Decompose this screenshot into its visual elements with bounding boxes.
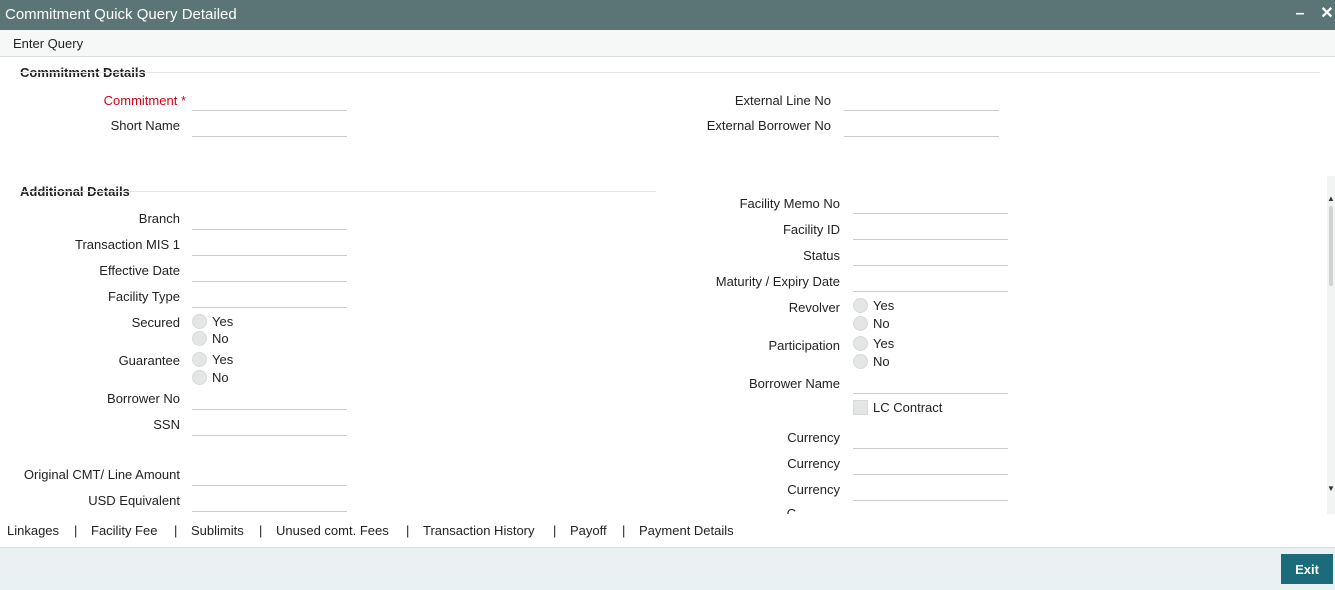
usd-equivalent-label: USD Equivalent: [88, 493, 180, 508]
section-divider: [20, 191, 656, 192]
borrower-no-label: Borrower No: [107, 391, 180, 406]
link-separator: |: [622, 523, 626, 538]
revolver-label: Revolver: [788, 300, 840, 315]
scrollbar-thumb[interactable]: [1329, 206, 1333, 286]
participation-yes-label: Yes: [873, 336, 895, 351]
facility-type-input[interactable]: [192, 288, 347, 308]
transaction-mis-label: Transaction MIS 1: [74, 237, 180, 252]
ssn-label: SSN: [153, 417, 180, 432]
facility-memo-no-label: Facility Memo No: [739, 196, 840, 211]
branch-input[interactable]: [192, 210, 347, 230]
revolver-no-radio[interactable]: [853, 316, 868, 331]
usd-equivalent-input[interactable]: [192, 492, 347, 512]
payment-details-link[interactable]: Payment Details: [639, 523, 734, 538]
branch-label: Branch: [138, 211, 180, 226]
secured-yes-label: Yes: [212, 314, 234, 329]
currency-input[interactable]: [853, 481, 1008, 501]
status-label: Status: [803, 248, 840, 263]
scroll-down-icon[interactable]: ▼: [1327, 484, 1335, 494]
window-title: Commitment Quick Query Detailed: [5, 6, 237, 23]
facility-fee-link[interactable]: Facility Fee: [91, 523, 157, 538]
external-line-no-label: External Line No: [734, 93, 831, 108]
revolver-yes-label: Yes: [873, 298, 895, 313]
effective-date-input[interactable]: [192, 262, 347, 282]
commitment-quick-query-window: Commitment Quick Query Detailed – ✕ Ente…: [0, 0, 1335, 590]
guarantee-yes-label: Yes: [212, 352, 234, 367]
currency-label: Currency: [787, 456, 840, 471]
toolbar: Enter Query: [0, 30, 1335, 57]
maturity-expiry-input[interactable]: [853, 272, 1008, 292]
link-separator: |: [74, 523, 78, 538]
linkages-link[interactable]: Linkages: [7, 523, 59, 538]
payoff-link[interactable]: Payoff: [570, 523, 607, 538]
currency-label-partial: C: [786, 506, 796, 514]
original-cmt-label: Original CMT/ Line Amount: [23, 467, 180, 482]
participation-no-radio[interactable]: [853, 354, 868, 369]
external-borrower-no-input[interactable]: [844, 117, 999, 137]
currency-input[interactable]: [853, 455, 1008, 475]
secured-no-radio[interactable]: [192, 331, 207, 346]
maturity-expiry-label: Maturity / Expiry Date: [715, 274, 840, 289]
ssn-input[interactable]: [192, 416, 347, 436]
scroll-up-icon[interactable]: ▲: [1327, 194, 1335, 204]
commitment-label: Commitment *: [103, 93, 186, 108]
title-bar: Commitment Quick Query Detailed – ✕: [0, 0, 1335, 30]
participation-no-label: No: [873, 354, 890, 369]
facility-id-label: Facility ID: [782, 222, 840, 237]
link-separator: |: [259, 523, 263, 538]
exit-button[interactable]: Exit: [1281, 554, 1333, 584]
effective-date-label: Effective Date: [99, 263, 180, 278]
facility-memo-no-input[interactable]: [853, 194, 1008, 214]
subsystem-links-bar: Linkages | Facility Fee | Sublimits | Un…: [0, 514, 1335, 548]
external-borrower-no-label: External Borrower No: [706, 118, 831, 133]
guarantee-no-radio[interactable]: [192, 370, 207, 385]
vertical-scrollbar[interactable]: ▲ ▼: [1327, 176, 1335, 514]
original-cmt-input[interactable]: [192, 466, 347, 486]
sublimits-link[interactable]: Sublimits: [191, 523, 244, 538]
footer: Exit: [0, 547, 1335, 590]
transaction-mis-input[interactable]: [192, 236, 347, 256]
link-separator: |: [174, 523, 178, 538]
borrower-name-input[interactable]: [853, 374, 1008, 394]
guarantee-no-label: No: [212, 370, 229, 385]
secured-label: Secured: [131, 315, 180, 330]
revolver-yes-radio[interactable]: [853, 298, 868, 313]
transaction-history-link[interactable]: Transaction History: [423, 523, 535, 538]
revolver-no-label: No: [873, 316, 890, 331]
close-icon[interactable]: ✕: [1318, 3, 1335, 25]
currency-label: Currency: [787, 482, 840, 497]
link-separator: |: [553, 523, 557, 538]
participation-yes-radio[interactable]: [853, 336, 868, 351]
facility-id-input[interactable]: [853, 220, 1008, 240]
facility-type-label: Facility Type: [107, 289, 180, 304]
participation-label: Participation: [768, 338, 840, 353]
secured-no-label: No: [212, 331, 229, 346]
enter-query-button[interactable]: Enter Query: [13, 36, 83, 51]
borrower-name-label: Borrower Name: [748, 376, 840, 391]
guarantee-label: Guarantee: [118, 353, 180, 368]
guarantee-yes-radio[interactable]: [192, 352, 207, 367]
currency-input[interactable]: [853, 429, 1008, 449]
lc-contract-checkbox[interactable]: [853, 400, 868, 415]
currency-label: Currency: [787, 430, 840, 445]
secured-yes-radio[interactable]: [192, 314, 207, 329]
external-line-no-input[interactable]: [844, 91, 999, 111]
status-input[interactable]: [853, 246, 1008, 266]
minimize-icon[interactable]: –: [1291, 3, 1309, 25]
borrower-no-input[interactable]: [192, 390, 347, 410]
short-name-label: Short Name: [110, 118, 180, 133]
commitment-input[interactable]: [192, 91, 347, 111]
section-divider: [20, 72, 1320, 73]
short-name-input[interactable]: [192, 117, 347, 137]
lc-contract-label: LC Contract: [873, 400, 943, 415]
unused-comt-fees-link[interactable]: Unused comt. Fees: [276, 523, 389, 538]
link-separator: |: [406, 523, 410, 538]
